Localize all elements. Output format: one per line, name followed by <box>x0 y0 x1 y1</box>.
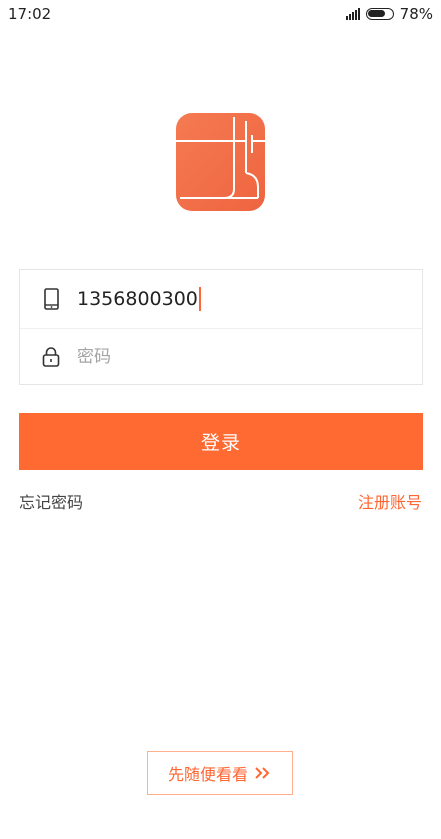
browse-button-label: 先随便看看 <box>167 765 248 784</box>
login-button[interactable]: 登录 <box>19 413 423 470</box>
signal-icon <box>345 8 360 20</box>
battery-fill <box>367 10 385 17</box>
phone-field[interactable]: 1356800300 <box>20 270 422 329</box>
battery-percent: 78% <box>399 5 433 23</box>
password-input[interactable]: 密码 <box>77 341 111 373</box>
login-form: 1356800300 密码 <box>19 269 423 385</box>
battery-icon <box>365 8 394 20</box>
double-chevron-right-icon <box>255 767 270 779</box>
status-time: 17:02 <box>8 5 52 23</box>
text-cursor <box>198 287 201 311</box>
status-bar: 17:02 78% <box>0 0 441 30</box>
status-indicators: 78% <box>345 5 433 23</box>
phone-icon <box>44 288 59 310</box>
lock-icon <box>42 347 60 367</box>
forgot-password-link[interactable]: 忘记密码 <box>19 489 83 513</box>
password-field[interactable]: 密码 <box>20 328 422 386</box>
phone-input[interactable]: 1356800300 <box>77 283 201 315</box>
register-link[interactable]: 注册账号 <box>358 489 422 513</box>
phone-input-value: 1356800300 <box>77 288 198 310</box>
browse-as-guest-button[interactable]: 先随便看看 <box>147 751 293 795</box>
app-logo <box>176 113 265 211</box>
